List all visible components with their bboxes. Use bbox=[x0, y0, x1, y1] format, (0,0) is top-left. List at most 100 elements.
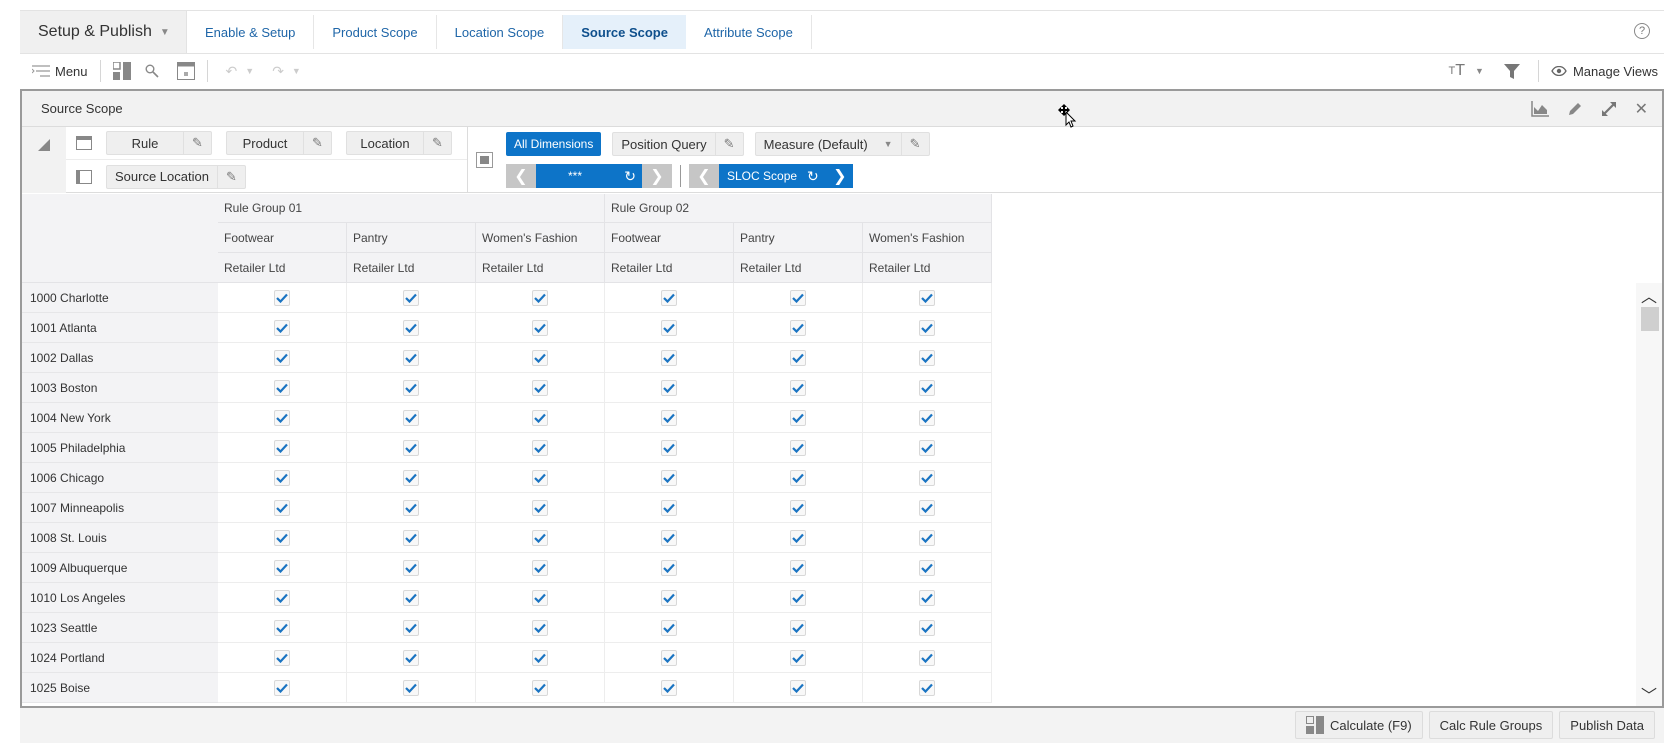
checkbox[interactable] bbox=[790, 589, 806, 606]
checkbox[interactable] bbox=[532, 619, 548, 636]
all-dimensions-button[interactable]: All Dimensions bbox=[506, 132, 602, 156]
row-header[interactable]: 1002 Dallas bbox=[22, 343, 218, 373]
checkbox[interactable] bbox=[274, 409, 290, 426]
location-column-header[interactable]: Retailer Ltd bbox=[476, 253, 605, 283]
row-header[interactable]: 1003 Boston bbox=[22, 373, 218, 403]
checkbox[interactable] bbox=[919, 619, 935, 636]
product-column-header[interactable]: Pantry bbox=[347, 223, 476, 253]
checkbox[interactable] bbox=[919, 529, 935, 546]
checkbox[interactable] bbox=[919, 469, 935, 486]
product-column-header[interactable]: Pantry bbox=[734, 223, 863, 253]
checkbox[interactable] bbox=[403, 619, 419, 636]
checkbox[interactable] bbox=[790, 559, 806, 576]
checkbox[interactable] bbox=[919, 289, 935, 306]
tab-attribute-scope[interactable]: Attribute Scope bbox=[686, 15, 812, 49]
row-header[interactable]: 1008 St. Louis bbox=[22, 523, 218, 553]
sloc-prev-button[interactable]: ❮ bbox=[689, 164, 719, 188]
checkbox[interactable] bbox=[790, 289, 806, 306]
checkbox[interactable] bbox=[274, 649, 290, 666]
checkbox[interactable] bbox=[403, 379, 419, 396]
checkbox[interactable] bbox=[790, 439, 806, 456]
edit-icon[interactable]: ✎ bbox=[900, 133, 929, 155]
undo-icon[interactable]: ↶ bbox=[226, 63, 238, 80]
checkbox[interactable] bbox=[532, 349, 548, 366]
checkbox[interactable] bbox=[919, 379, 935, 396]
text-size-dropdown-icon[interactable]: ▼ bbox=[1475, 66, 1484, 76]
product-column-header[interactable]: Footwear bbox=[605, 223, 734, 253]
checkbox[interactable] bbox=[790, 679, 806, 696]
redo-icon[interactable]: ↷ bbox=[272, 63, 284, 80]
row-header[interactable]: 1023 Seattle bbox=[22, 613, 218, 643]
checkbox[interactable] bbox=[403, 529, 419, 546]
location-column-header[interactable]: Retailer Ltd bbox=[605, 253, 734, 283]
checkbox[interactable] bbox=[661, 439, 677, 456]
tab-location-scope[interactable]: Location Scope bbox=[437, 15, 564, 49]
checkbox[interactable] bbox=[790, 529, 806, 546]
edit-icon[interactable]: ✎ bbox=[183, 132, 211, 154]
edit-icon[interactable]: ✎ bbox=[714, 133, 743, 155]
tab-product-scope[interactable]: Product Scope bbox=[314, 15, 437, 49]
calculate-button[interactable]: Calculate (F9) bbox=[1295, 711, 1423, 739]
checkbox[interactable] bbox=[790, 409, 806, 426]
checkbox[interactable] bbox=[532, 409, 548, 426]
checkbox[interactable] bbox=[403, 319, 419, 336]
location-column-header[interactable]: Retailer Ltd bbox=[347, 253, 476, 283]
checkbox[interactable] bbox=[274, 349, 290, 366]
checkbox[interactable] bbox=[919, 499, 935, 516]
filter-icon[interactable] bbox=[1503, 63, 1520, 79]
checkbox[interactable] bbox=[403, 649, 419, 666]
nav1-selector[interactable]: *** ↻ bbox=[536, 164, 642, 188]
checkbox[interactable] bbox=[403, 589, 419, 606]
checkbox[interactable] bbox=[532, 499, 548, 516]
nav-prev-button[interactable]: ❮ bbox=[506, 164, 536, 188]
checkbox[interactable] bbox=[661, 499, 677, 516]
checkbox[interactable] bbox=[532, 529, 548, 546]
checkbox[interactable] bbox=[274, 589, 290, 606]
checkbox[interactable] bbox=[661, 559, 677, 576]
location-column-header[interactable]: Retailer Ltd bbox=[734, 253, 863, 283]
checkbox[interactable] bbox=[532, 319, 548, 336]
checkbox[interactable] bbox=[274, 679, 290, 696]
manage-views-button[interactable]: Manage Views bbox=[1551, 64, 1658, 79]
checkbox[interactable] bbox=[919, 439, 935, 456]
checkbox[interactable] bbox=[661, 619, 677, 636]
location-column-header[interactable]: Retailer Ltd bbox=[218, 253, 347, 283]
checkbox[interactable] bbox=[790, 379, 806, 396]
checkbox[interactable] bbox=[532, 649, 548, 666]
scroll-down-icon[interactable]: ﹀ bbox=[1636, 684, 1662, 705]
edit-icon[interactable]: ✎ bbox=[303, 132, 331, 154]
calc-rule-groups-button[interactable]: Calc Rule Groups bbox=[1428, 711, 1554, 739]
checkbox[interactable] bbox=[532, 559, 548, 576]
row-header[interactable]: 1004 New York bbox=[22, 403, 218, 433]
redo-dropdown-icon[interactable]: ▼ bbox=[292, 66, 301, 76]
checkbox[interactable] bbox=[661, 349, 677, 366]
checkbox[interactable] bbox=[274, 499, 290, 516]
location-tile[interactable]: Location ✎ bbox=[346, 131, 452, 155]
position-query-tile[interactable]: Position Query ✎ bbox=[612, 132, 744, 156]
row-header[interactable]: 1009 Albuquerque bbox=[22, 553, 218, 583]
checkbox[interactable] bbox=[661, 679, 677, 696]
checkbox[interactable] bbox=[532, 289, 548, 306]
row-header[interactable]: 1000 Charlotte bbox=[22, 283, 218, 313]
row-header[interactable]: 1001 Atlanta bbox=[22, 313, 218, 343]
checkbox[interactable] bbox=[790, 619, 806, 636]
checkbox[interactable] bbox=[274, 559, 290, 576]
checkbox[interactable] bbox=[790, 319, 806, 336]
chart-icon[interactable] bbox=[1530, 101, 1549, 117]
vertical-scrollbar[interactable]: ︿ ﹀ bbox=[1636, 283, 1662, 706]
checkbox[interactable] bbox=[274, 439, 290, 456]
checkbox[interactable] bbox=[403, 679, 419, 696]
reset-icon[interactable]: ↻ bbox=[624, 168, 636, 185]
reset-icon[interactable]: ↻ bbox=[807, 168, 819, 185]
checkbox[interactable] bbox=[274, 619, 290, 636]
checkbox[interactable] bbox=[661, 529, 677, 546]
rule-tile[interactable]: Rule ✎ bbox=[106, 131, 212, 155]
source-location-tile[interactable]: Source Location ✎ bbox=[106, 164, 246, 189]
edit-icon[interactable]: ✎ bbox=[423, 132, 451, 154]
checkbox[interactable] bbox=[790, 649, 806, 666]
checkbox[interactable] bbox=[790, 469, 806, 486]
checkbox[interactable] bbox=[919, 589, 935, 606]
checkbox[interactable] bbox=[274, 379, 290, 396]
checkbox[interactable] bbox=[274, 529, 290, 546]
checkbox[interactable] bbox=[403, 289, 419, 306]
